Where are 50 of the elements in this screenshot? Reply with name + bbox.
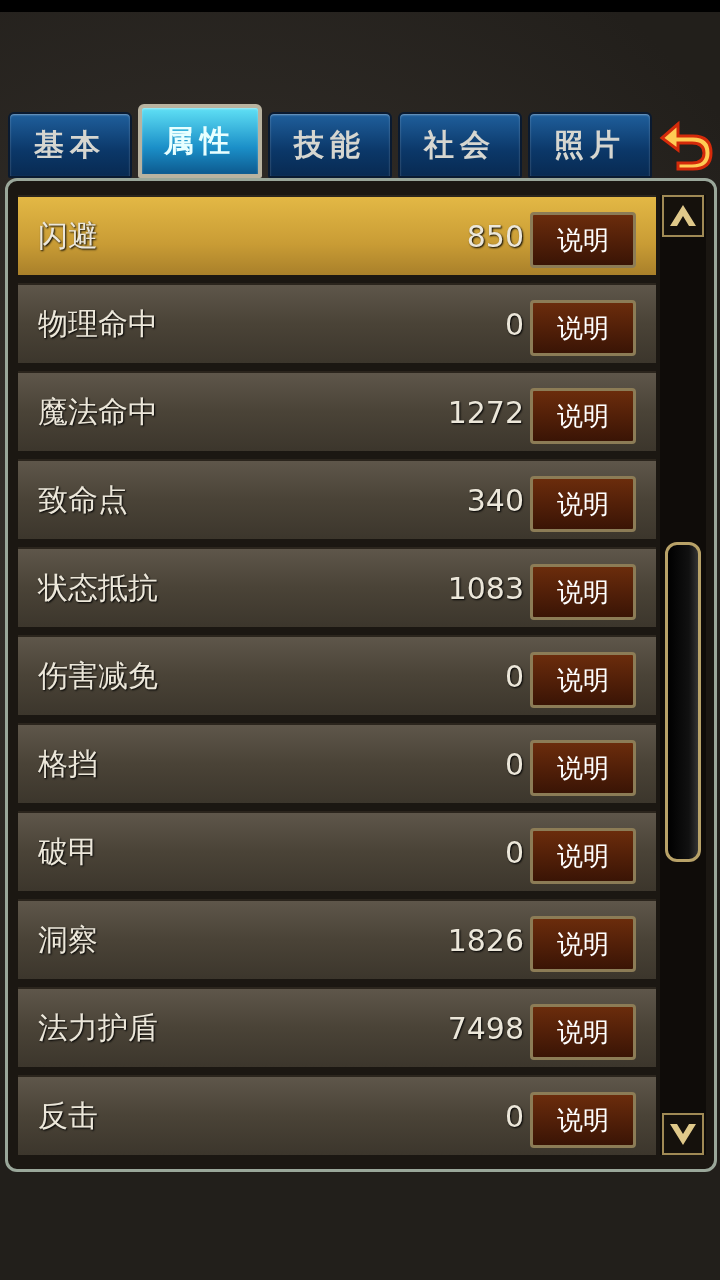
info-button[interactable]: 说明	[530, 476, 636, 532]
tab[interactable]: 技能	[268, 112, 392, 178]
stat-name: 格挡	[38, 744, 99, 783]
stat-row[interactable]: 伤害减免 0 说明	[18, 635, 656, 715]
info-button[interactable]: 说明	[530, 828, 636, 884]
stat-name: 致命点	[38, 480, 129, 519]
info-button[interactable]: 说明	[530, 1004, 636, 1060]
stat-row[interactable]: 闪避 850 说明	[18, 195, 656, 275]
stat-value: 0	[504, 746, 524, 782]
info-button[interactable]: 说明	[530, 212, 636, 268]
scrollbar[interactable]	[660, 195, 706, 1155]
stat-row[interactable]: 致命点 340 说明	[18, 459, 656, 539]
stat-row[interactable]: 破甲 0 说明	[18, 811, 656, 891]
tab[interactable]: 社会	[398, 112, 522, 178]
tab[interactable]: 照片	[528, 112, 652, 178]
info-button[interactable]: 说明	[530, 564, 636, 620]
stat-value: 0	[504, 834, 524, 870]
stat-row[interactable]: 反击 0 说明	[18, 1075, 656, 1155]
info-button[interactable]: 说明	[530, 300, 636, 356]
info-button[interactable]: 说明	[530, 388, 636, 444]
stat-row[interactable]: 法力护盾 7498 说明	[18, 987, 656, 1067]
info-button[interactable]: 说明	[530, 652, 636, 708]
stat-value: 340	[466, 482, 524, 518]
stat-row[interactable]: 魔法命中 1272 说明	[18, 371, 656, 451]
stat-name: 魔法命中	[38, 392, 159, 431]
stat-name: 状态抵抗	[38, 568, 159, 607]
info-button[interactable]: 说明	[530, 916, 636, 972]
stat-value: 850	[466, 218, 524, 254]
stat-value: 0	[504, 306, 524, 342]
info-button[interactable]: 说明	[530, 1092, 636, 1148]
stat-row[interactable]: 洞察 1826 说明	[18, 899, 656, 979]
scroll-thumb[interactable]	[665, 542, 701, 862]
stat-name: 洞察	[38, 920, 99, 959]
tab[interactable]: 基本	[8, 112, 132, 178]
stat-name: 闪避	[38, 216, 99, 255]
stat-name: 伤害减免	[38, 656, 159, 695]
stat-value: 1826	[447, 922, 524, 958]
stat-name: 法力护盾	[38, 1008, 159, 1047]
stat-value: 1272	[447, 394, 524, 430]
stat-row[interactable]: 状态抵抗 1083 说明	[18, 547, 656, 627]
stat-name: 物理命中	[38, 304, 159, 343]
stat-name: 反击	[38, 1096, 99, 1135]
stat-value: 1083	[447, 570, 524, 606]
stat-value: 0	[504, 658, 524, 694]
stat-name: 破甲	[38, 832, 99, 871]
stat-row[interactable]: 物理命中 0 说明	[18, 283, 656, 363]
stat-row[interactable]: 格挡 0 说明	[18, 723, 656, 803]
stat-value: 7498	[447, 1010, 524, 1046]
info-button[interactable]: 说明	[530, 740, 636, 796]
stat-value: 0	[504, 1098, 524, 1134]
